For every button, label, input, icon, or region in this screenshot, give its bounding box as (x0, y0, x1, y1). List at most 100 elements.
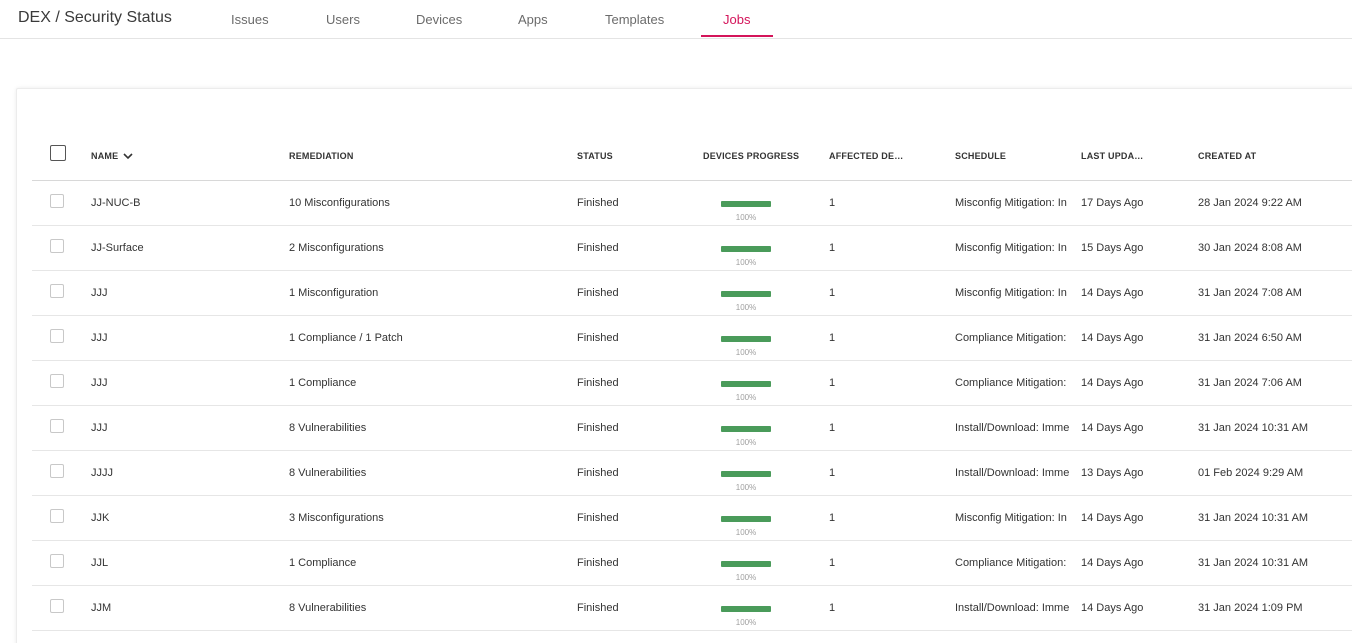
devices-progress-label: 100% (735, 348, 757, 357)
header-name-label: NAME (91, 151, 119, 161)
row-checkbox[interactable] (50, 419, 64, 433)
job-name[interactable]: JJK (91, 512, 281, 524)
row-checkbox[interactable] (50, 374, 64, 388)
job-last-updated: 17 Days Ago (1081, 197, 1144, 209)
job-remediation: 8 Vulnerabilities (289, 422, 367, 434)
devices-progress-label: 100% (735, 438, 757, 447)
job-schedule: Compliance Mitigation: (955, 332, 1067, 344)
job-name[interactable]: JJ-Surface (91, 242, 281, 254)
header-name[interactable]: NAME (91, 151, 133, 162)
table-row[interactable]: JJJ 1 Compliance / 1 Patch Finished 100% 1 Co… (32, 316, 1352, 361)
job-schedule: Compliance Mitigation: (955, 377, 1067, 389)
job-created-at: 28 Jan 2024 9:22 AM (1198, 197, 1302, 209)
table-row[interactable]: JJK 3 Misconfigurations Finished 100% 1 Misco… (32, 496, 1352, 541)
job-name[interactable]: JJJ (91, 422, 281, 434)
header-created-at[interactable]: CREATED AT (1198, 151, 1256, 161)
job-name[interactable]: JJL (91, 557, 281, 569)
devices-progress-label: 100% (735, 213, 757, 222)
tab-jobs[interactable]: Jobs (723, 12, 750, 27)
table-row[interactable]: JJJ 1 Misconfiguration Finished 100% 1 Miscon… (32, 271, 1352, 316)
header-devices-progress[interactable]: DEVICES PROGRESS (703, 151, 799, 161)
row-checkbox[interactable] (50, 284, 64, 298)
job-remediation: 1 Compliance (289, 377, 357, 389)
job-last-updated: 14 Days Ago (1081, 287, 1144, 299)
job-schedule: Misconfig Mitigation: In (955, 242, 1067, 254)
job-remediation: 8 Vulnerabilities (289, 467, 367, 479)
job-name[interactable]: JJJ (91, 377, 281, 389)
affected-devices-count: 1 (829, 557, 836, 569)
devices-progress-bar (721, 201, 771, 207)
job-last-updated: 14 Days Ago (1081, 377, 1144, 389)
job-name[interactable]: JJJJ (91, 467, 281, 479)
tab-users[interactable]: Users (326, 12, 360, 27)
table-row[interactable]: JJJ 1 Compliance Finished 100% 1 Compliance M… (32, 361, 1352, 406)
row-checkbox[interactable] (50, 239, 64, 253)
tab-apps[interactable]: Apps (518, 12, 548, 27)
row-checkbox[interactable] (50, 464, 64, 478)
job-last-updated: 14 Days Ago (1081, 602, 1144, 614)
row-checkbox[interactable] (50, 329, 64, 343)
job-status: Finished (577, 287, 619, 299)
job-name[interactable]: JJM (91, 602, 281, 614)
table-row[interactable]: JJL 1 Compliance Finished 100% 1 Compliance M… (32, 541, 1352, 586)
affected-devices-count: 1 (829, 287, 836, 299)
devices-progress-label: 100% (735, 528, 757, 537)
table-row[interactable]: JJJJ 8 Vulnerabilities Finished 100% 1 Instal… (32, 451, 1352, 496)
affected-devices-count: 1 (829, 512, 836, 524)
devices-progress-label: 100% (735, 258, 757, 267)
job-status: Finished (577, 467, 619, 479)
header-last-updated[interactable]: LAST UPDA… (1081, 151, 1144, 161)
affected-devices-count: 1 (829, 332, 836, 344)
job-remediation: 2 Misconfigurations (289, 242, 384, 254)
job-schedule: Misconfig Mitigation: In (955, 287, 1067, 299)
job-created-at: 31 Jan 2024 10:31 AM (1198, 512, 1309, 524)
top-nav-bar: DEX / Security Status Issues Users Devic… (0, 0, 1352, 39)
job-remediation: 10 Misconfigurations (289, 197, 390, 209)
header-affected-devices[interactable]: AFFECTED DE… (829, 151, 903, 161)
devices-progress-bar (721, 381, 771, 387)
tab-issues[interactable]: Issues (231, 12, 269, 27)
devices-progress-label: 100% (735, 618, 757, 627)
job-status: Finished (577, 197, 619, 209)
devices-progress-bar (721, 471, 771, 477)
tab-templates[interactable]: Templates (605, 12, 664, 27)
devices-progress-fill (721, 561, 771, 567)
devices-progress-bar (721, 606, 771, 612)
job-status: Finished (577, 377, 619, 389)
job-remediation: 1 Misconfiguration (289, 287, 379, 299)
header-schedule[interactable]: SCHEDULE (955, 151, 1006, 161)
devices-progress-fill (721, 606, 771, 612)
devices-progress-fill (721, 246, 771, 252)
job-name[interactable]: JJJ (91, 332, 281, 344)
job-last-updated: 14 Days Ago (1081, 557, 1144, 569)
job-name[interactable]: JJ-NUC-B (91, 197, 281, 209)
job-last-updated: 14 Days Ago (1081, 332, 1144, 344)
job-last-updated: 14 Days Ago (1081, 422, 1144, 434)
affected-devices-count: 1 (829, 377, 836, 389)
select-all-checkbox[interactable] (50, 145, 66, 161)
row-checkbox[interactable] (50, 194, 64, 208)
job-status: Finished (577, 557, 619, 569)
job-status: Finished (577, 422, 619, 434)
header-status[interactable]: STATUS (577, 151, 613, 161)
devices-progress-label: 100% (735, 483, 757, 492)
job-name[interactable]: JJJ (91, 287, 281, 299)
job-schedule: Compliance Mitigation: (955, 557, 1067, 569)
table-row[interactable]: JJJ 8 Vulnerabilities Finished 100% 1 Install… (32, 406, 1352, 451)
row-checkbox[interactable] (50, 599, 64, 613)
tab-devices[interactable]: Devices (416, 12, 462, 27)
table-row[interactable]: JJ-NUC-B 10 Misconfigurations Finished 100%… (32, 181, 1352, 226)
table-row[interactable]: JJ-Surface 2 Misconfigurations Finished 100… (32, 226, 1352, 271)
job-created-at: 31 Jan 2024 10:31 AM (1198, 557, 1309, 569)
row-checkbox[interactable] (50, 554, 64, 568)
row-checkbox[interactable] (50, 509, 64, 523)
job-created-at: 31 Jan 2024 6:50 AM (1198, 332, 1302, 344)
devices-progress-fill (721, 336, 771, 342)
devices-progress-bar (721, 291, 771, 297)
devices-progress-fill (721, 471, 771, 477)
header-remediation[interactable]: REMEDIATION (289, 151, 354, 161)
table-row[interactable]: JJM 8 Vulnerabilities Finished 100% 1 Install… (32, 586, 1352, 631)
job-schedule: Misconfig Mitigation: In (955, 197, 1067, 209)
job-status: Finished (577, 332, 619, 344)
devices-progress-label: 100% (735, 573, 757, 582)
